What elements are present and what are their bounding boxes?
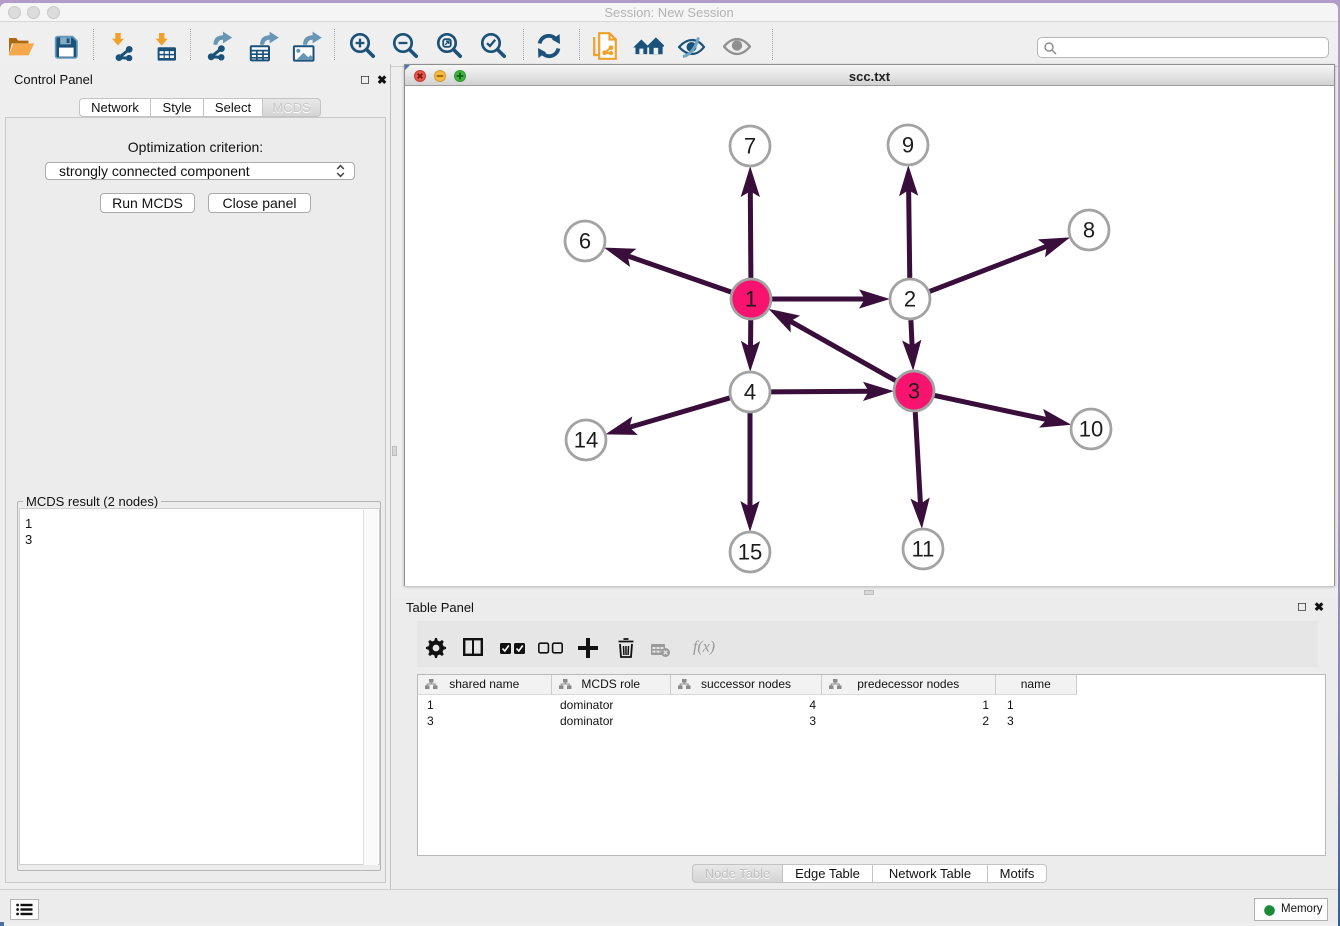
svg-text:8: 8 bbox=[1083, 218, 1095, 243]
svg-text:1: 1 bbox=[745, 287, 757, 312]
svg-text:4: 4 bbox=[744, 380, 756, 405]
svg-text:7: 7 bbox=[744, 134, 756, 159]
svg-text:11: 11 bbox=[912, 537, 935, 562]
svg-text:6: 6 bbox=[579, 229, 591, 254]
svg-text:14: 14 bbox=[574, 428, 598, 453]
svg-text:3: 3 bbox=[908, 379, 920, 404]
svg-text:10: 10 bbox=[1079, 417, 1103, 442]
svg-text:2: 2 bbox=[904, 287, 916, 312]
svg-text:9: 9 bbox=[902, 133, 914, 158]
svg-text:15: 15 bbox=[738, 540, 762, 565]
svg-text:f(x): f(x) bbox=[693, 638, 715, 655]
